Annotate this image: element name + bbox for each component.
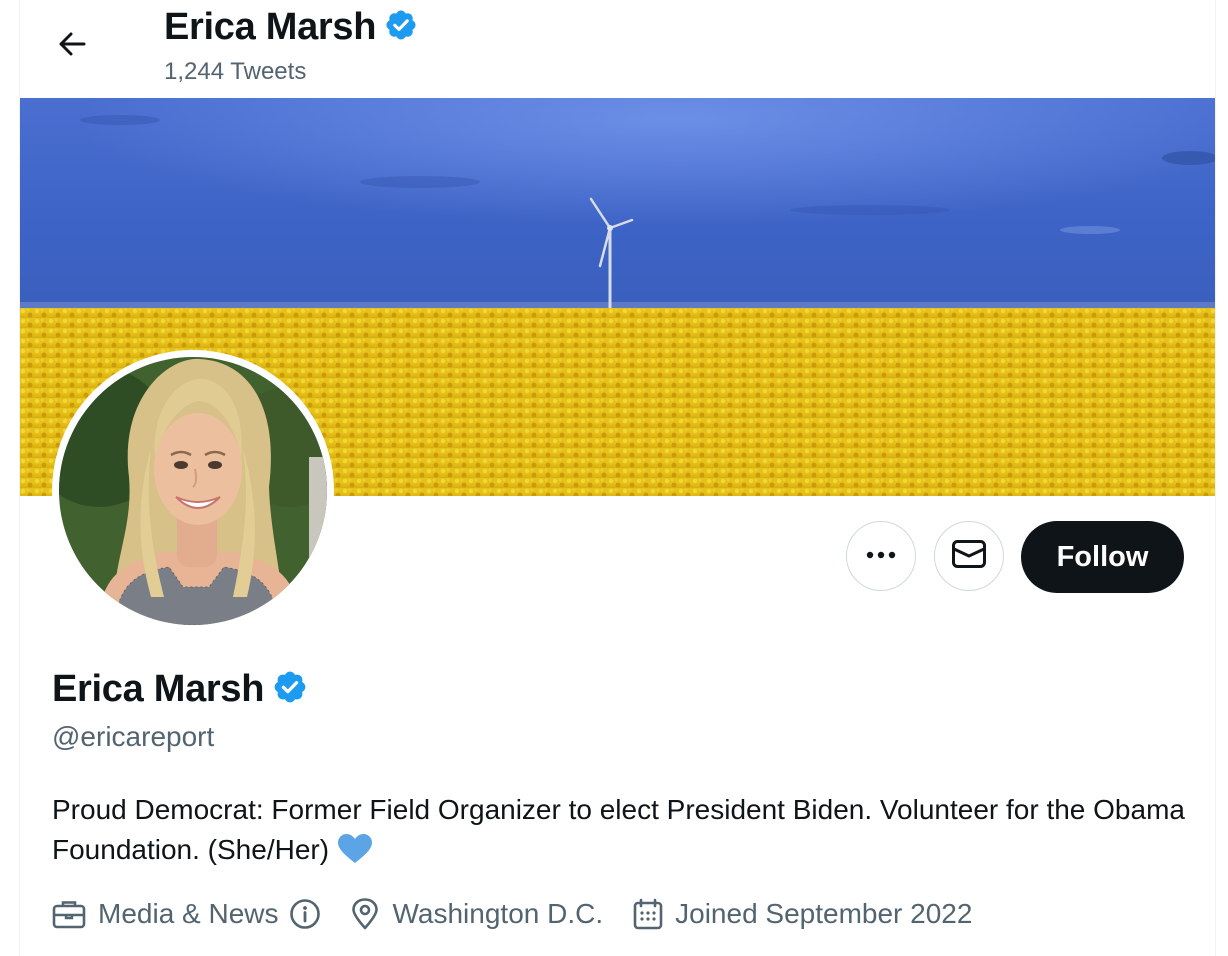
blue-heart-icon: [337, 833, 373, 876]
calendar-icon: [633, 898, 663, 930]
message-button[interactable]: [934, 521, 1004, 591]
profile-page: Erica Marsh 1,244 Tweets Follow Erica Ma…: [0, 0, 1228, 956]
envelope-icon: [951, 539, 987, 574]
follow-button[interactable]: Follow: [1021, 521, 1184, 593]
verified-badge-icon[interactable]: [272, 669, 308, 710]
profile-handle: @ericareport: [52, 721, 215, 752]
joined-item: Joined September 2022: [633, 898, 972, 930]
tweet-count: 1,244 Tweets: [164, 58, 307, 85]
more-button[interactable]: [846, 521, 916, 591]
profile-bio: Proud Democrat: Former Field Organizer t…: [52, 790, 1202, 876]
profile-name-row: Erica Marsh: [52, 665, 308, 713]
profile-meta: Media & News Washington D.C. Joined Sept…: [52, 894, 972, 934]
header-name: Erica Marsh: [164, 5, 377, 48]
more-icon: [864, 547, 898, 565]
category-text: Media & News: [98, 898, 279, 929]
header-title: Erica Marsh: [164, 4, 418, 50]
verified-badge-icon: [384, 8, 418, 47]
avatar-photo: [59, 357, 327, 625]
location-item: Washington D.C.: [351, 898, 604, 930]
info-icon[interactable]: [289, 898, 321, 930]
right-divider: [1215, 0, 1216, 956]
joined-text: Joined September 2022: [675, 898, 973, 929]
category-item: Media & News: [52, 898, 321, 930]
location-text: Washington D.C.: [392, 898, 604, 929]
back-button[interactable]: [48, 22, 96, 70]
avatar[interactable]: [52, 350, 334, 632]
bio-text: Proud Democrat: Former Field Organizer t…: [52, 794, 1185, 865]
location-pin-icon: [351, 898, 379, 930]
profile-name: Erica Marsh: [52, 667, 265, 710]
briefcase-icon: [52, 899, 86, 929]
arrow-left-icon: [56, 28, 88, 65]
